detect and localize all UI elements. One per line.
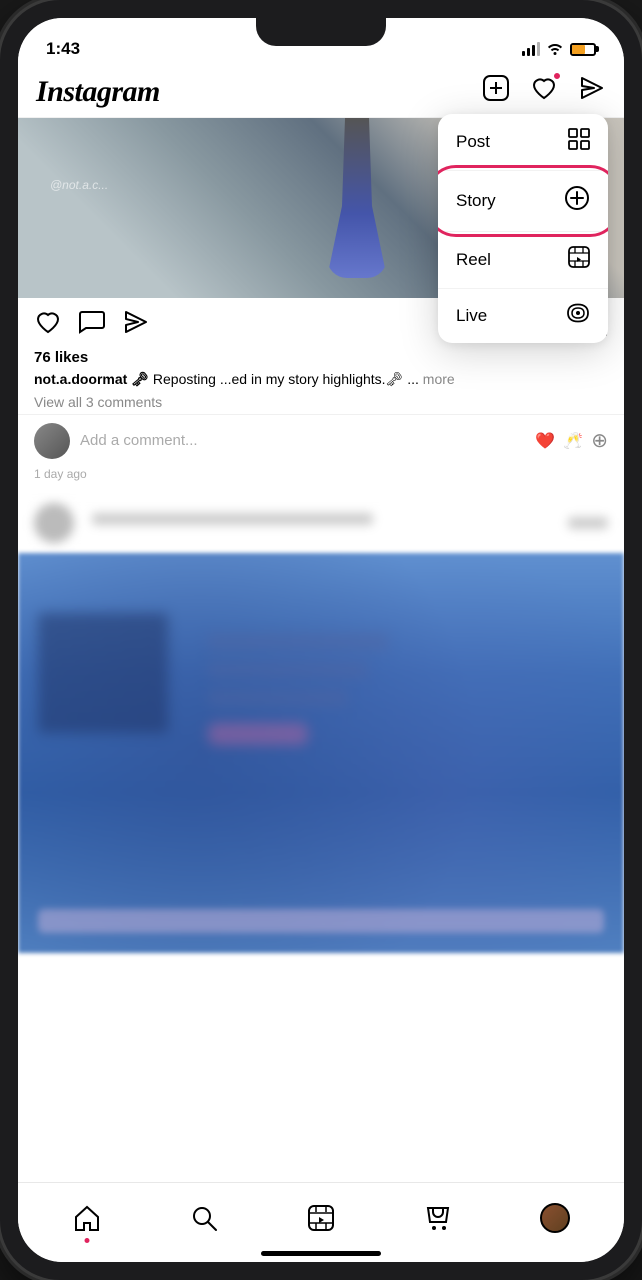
story-label: Story xyxy=(456,191,496,211)
status-bar: 1:43 xyxy=(18,18,624,68)
next-post-image xyxy=(18,553,624,953)
phone-screen: 1:43 Instagram xyxy=(18,18,624,1262)
dropdown-reel[interactable]: Reel xyxy=(438,232,608,289)
nav-search[interactable] xyxy=(179,1193,229,1243)
status-time: 1:43 xyxy=(46,39,80,59)
blurred-next-row xyxy=(18,493,624,553)
post-actions-left xyxy=(34,308,150,343)
comment-input[interactable]: Add a comment... xyxy=(80,432,525,449)
add-emoji-button[interactable]: ⊕ xyxy=(591,428,608,453)
caption-username: not.a.doormat 🗝 xyxy=(34,371,149,387)
post-caption: not.a.doormat 🗝 Reposting ...ed in my st… xyxy=(18,370,624,394)
reel-label: Reel xyxy=(456,250,491,270)
view-comments-link[interactable]: View all 3 comments xyxy=(18,394,624,414)
post-label: Post xyxy=(456,132,490,152)
more-link[interactable]: more xyxy=(423,371,455,387)
notification-dot xyxy=(553,72,561,80)
nav-profile[interactable] xyxy=(530,1193,580,1243)
nav-shop[interactable] xyxy=(413,1193,463,1243)
signal-bars-icon xyxy=(522,42,540,56)
create-button[interactable] xyxy=(482,74,510,109)
post-watermark: @not.a.c... xyxy=(50,178,108,192)
header-icons xyxy=(482,74,606,109)
like-button[interactable] xyxy=(34,308,62,343)
story-plus-icon xyxy=(564,185,590,217)
dropdown-menu: Post Story xyxy=(438,114,608,343)
live-icon xyxy=(566,303,590,329)
grid-icon xyxy=(568,128,590,156)
comment-emojis: ❤️ 🥂 ⊕ xyxy=(535,428,608,453)
comment-area: Add a comment... ❤️ 🥂 ⊕ xyxy=(18,414,624,467)
app-logo: Instagram xyxy=(36,75,160,109)
wifi-icon xyxy=(546,41,564,58)
heart-emoji: ❤️ xyxy=(535,431,555,451)
phone-frame: 1:43 Instagram xyxy=(0,0,642,1280)
home-indicator xyxy=(261,1251,381,1256)
dm-button[interactable] xyxy=(578,74,606,109)
status-icons xyxy=(522,41,596,58)
activity-button[interactable] xyxy=(530,74,558,109)
caption-text: Reposting ...ed in my story highlights.🗝… xyxy=(153,371,423,387)
likes-count: 76 likes xyxy=(18,349,624,370)
comment-button[interactable] xyxy=(78,308,106,343)
dropdown-overlay: Post Story xyxy=(438,114,608,343)
bottom-nav xyxy=(18,1182,624,1262)
share-button[interactable] xyxy=(122,308,150,343)
dropdown-live[interactable]: Live xyxy=(438,289,608,343)
live-label: Live xyxy=(456,306,487,326)
dropdown-post[interactable]: Post xyxy=(438,114,608,171)
profile-avatar xyxy=(540,1203,570,1233)
time-ago: 1 day ago xyxy=(18,467,624,493)
nav-home[interactable] xyxy=(62,1193,112,1243)
app-header: Instagram xyxy=(18,68,624,118)
battery-icon xyxy=(570,43,596,56)
toast-emoji: 🥂 xyxy=(563,431,583,451)
dropdown-story[interactable]: Story xyxy=(438,171,608,232)
notch xyxy=(256,18,386,46)
nav-reels[interactable] xyxy=(296,1193,346,1243)
home-dot xyxy=(84,1238,89,1243)
reel-icon xyxy=(568,246,590,274)
comment-avatar xyxy=(34,423,70,459)
